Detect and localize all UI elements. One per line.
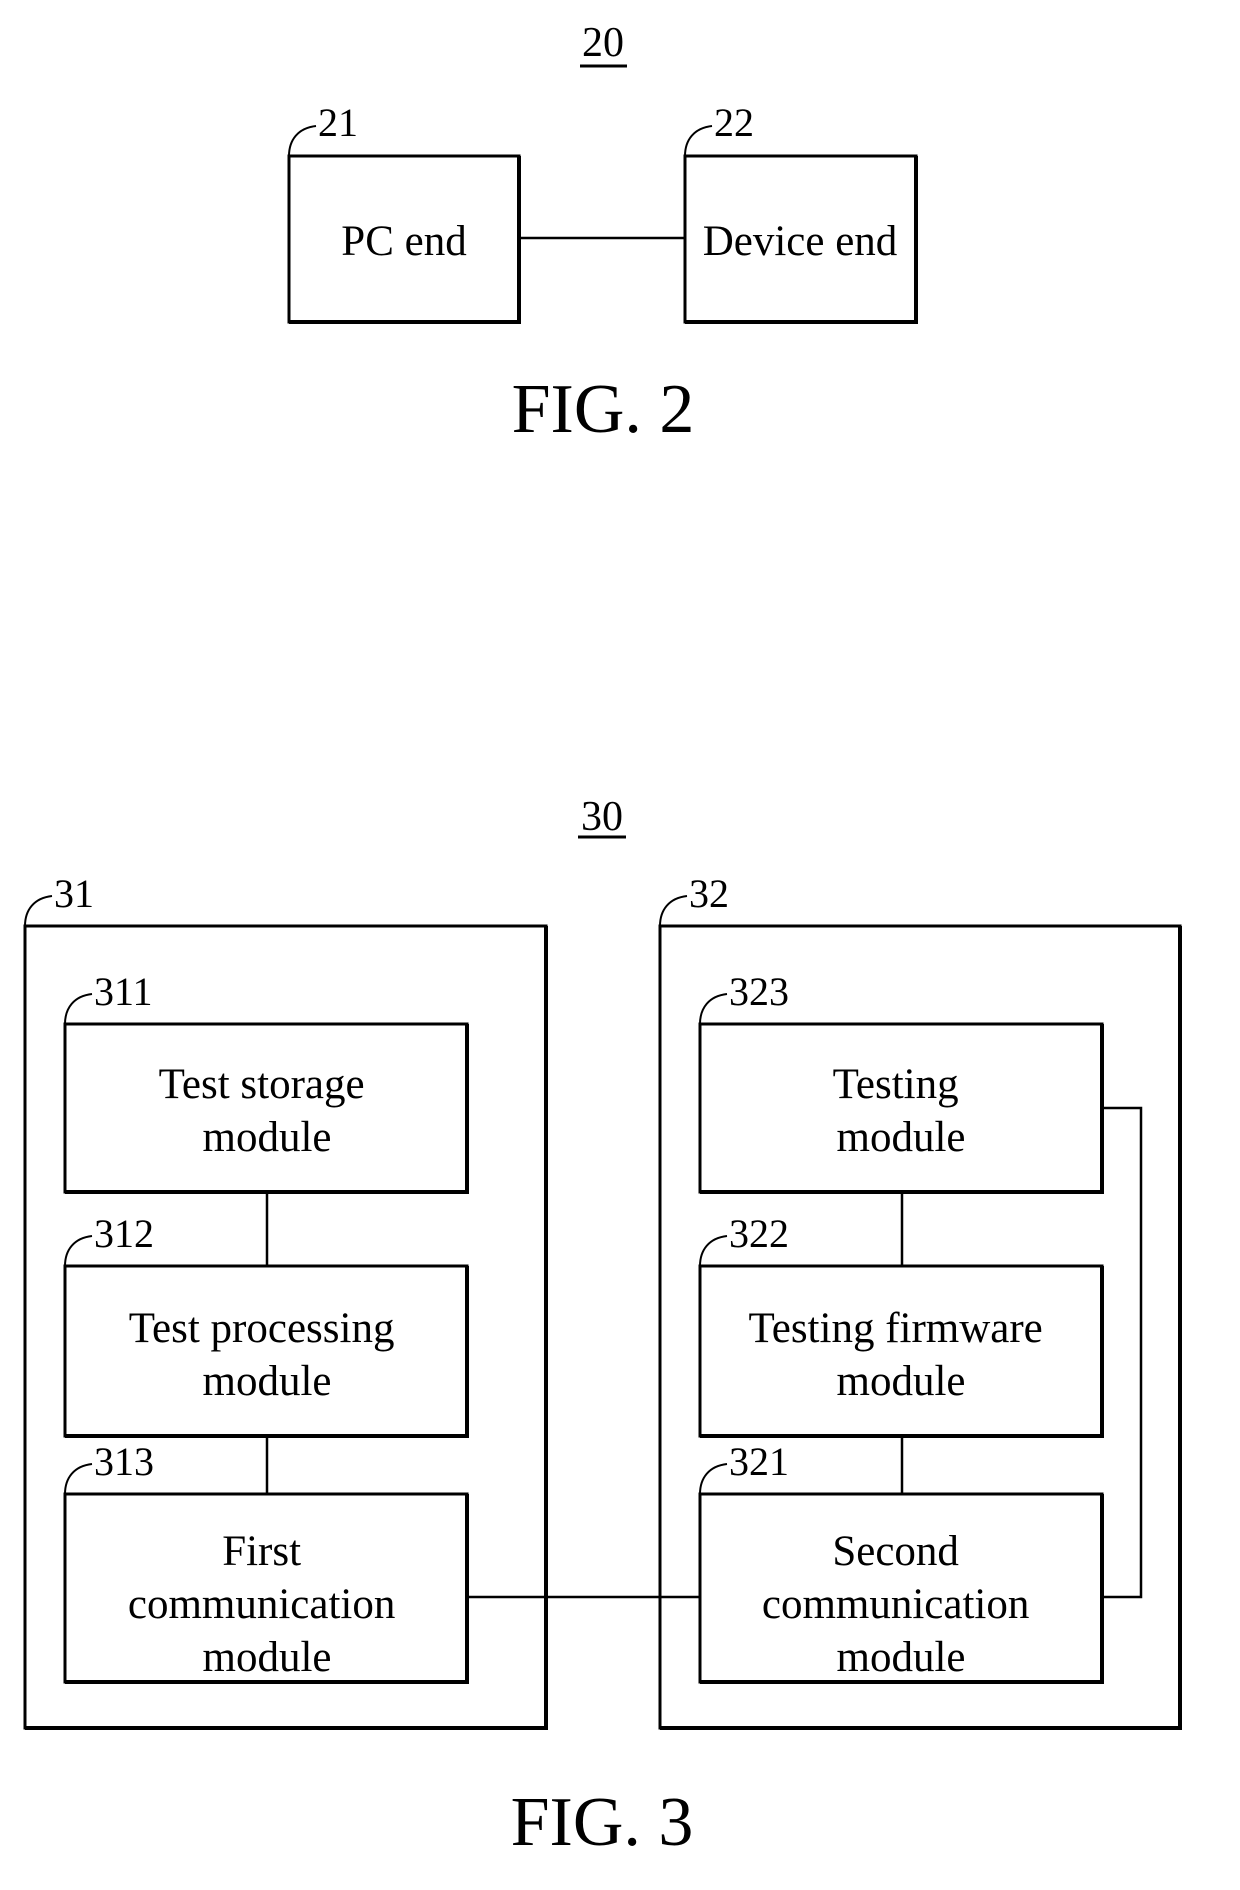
ref-label-311: 311 [94,969,153,1014]
group-device-end-32: 32 323 Testing module 322 Testing firmwa… [658,871,1182,1730]
group-pc-end-31: 31 311 Test storage module 312 Test proc… [23,871,548,1730]
block-label: PC end [341,218,466,265]
figure-caption-2: FIG. 2 [512,371,695,448]
figure-caption-3: FIG. 3 [511,1784,694,1861]
leader-line [24,895,53,927]
ref-label-322: 322 [729,1211,789,1256]
patent-drawing-sheet: 20 21 PC end 22 Device end FIG. 2 30 31 … [23,20,1182,1861]
leader-line [288,125,317,157]
block-label: Device end [703,218,898,265]
leader-line [684,125,713,157]
ref-label-32: 32 [689,871,729,916]
ref-label-323: 323 [729,969,789,1014]
ref-label-22: 22 [714,100,754,145]
system-number-30: 30 [581,794,623,840]
ref-label-313: 313 [94,1439,154,1484]
system-number-20: 20 [582,20,624,66]
ref-label-31: 31 [54,871,94,916]
leader-line [659,895,688,927]
ref-label-321: 321 [729,1439,789,1484]
figure-2: 20 21 PC end 22 Device end FIG. 2 [287,20,918,448]
figure-3: 30 31 311 Test storage module 312 Test p… [23,794,1182,1861]
block-pc-end: 21 PC end [287,100,521,324]
ref-label-312: 312 [94,1211,154,1256]
block-device-end: 22 Device end [683,100,918,324]
ref-label-21: 21 [318,100,358,145]
